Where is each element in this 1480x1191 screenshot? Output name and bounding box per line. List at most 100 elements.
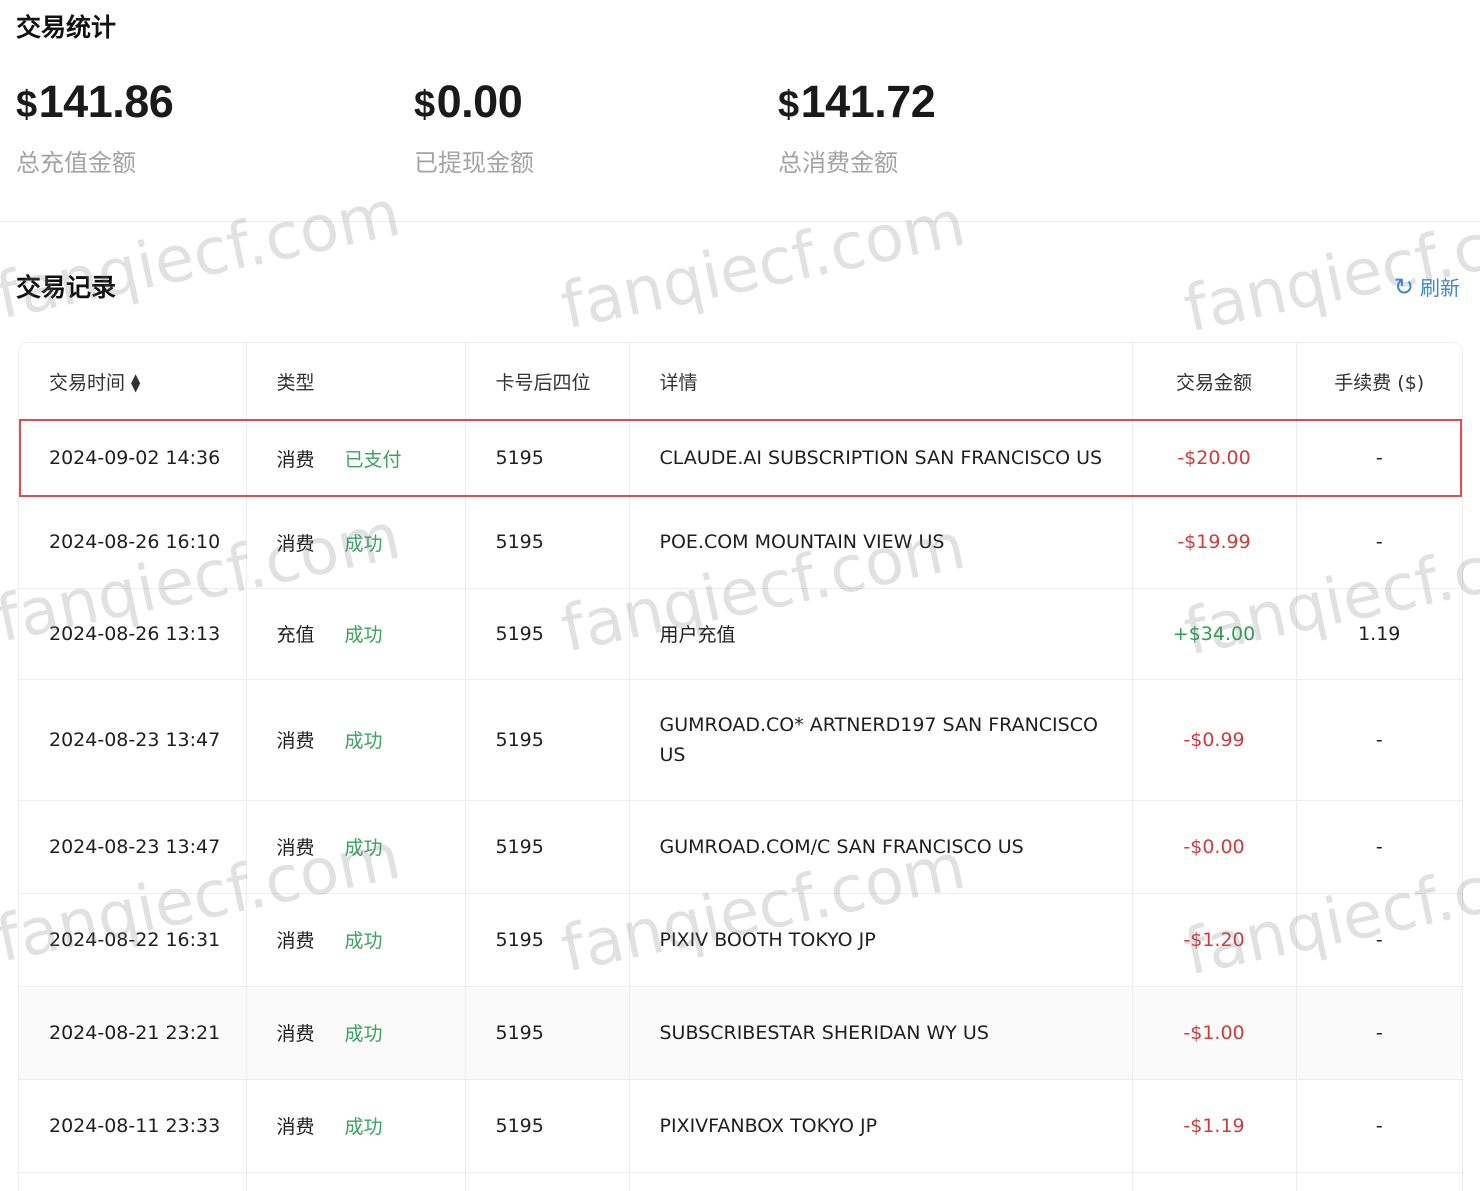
cell-card: 5195 [464, 679, 629, 800]
type-label: 消费 [276, 448, 315, 471]
cell-amount: -$19.99 [1131, 496, 1296, 588]
column-header-detail: 详情 [628, 343, 1132, 420]
cell-amount: -$1.20 [1131, 893, 1296, 986]
cell-card: 5195 [464, 1079, 629, 1172]
cell-amount: -$0.99 [1131, 679, 1296, 800]
cell-detail: SUBSCRIBESTAR SHERIDAN WY US [628, 986, 1132, 1079]
status-badge: 成功 [344, 624, 383, 646]
cell-detail: GUMROAD.CO* ARTNERD197 SAN FRANCISCO US [628, 679, 1132, 800]
stat-total-recharge: $141.86 总充值金额 [16, 76, 174, 178]
cell-card: 5195 [464, 588, 629, 679]
cell-fee: - [1295, 419, 1462, 497]
cell-fee: - [1295, 800, 1462, 893]
stats-title: 交易统计 [16, 13, 117, 42]
table-row[interactable]: 2024-08-26 13:13 充值 成功 5195 用户充值 +$34.00 … [19, 588, 1462, 679]
table-row[interactable]: 2024-08-21 23:21 消费 成功 5195 SUBSCRIBESTAR… [19, 986, 1462, 1079]
cell-detail: GUMROAD.COM/C SAN FRANCISCO US [628, 800, 1132, 893]
cell-detail: PIXIVFANBOX TOKYO JP [628, 1079, 1132, 1172]
type-label: 消费 [276, 837, 315, 859]
cell-time: 2024-08-23 13:47 [49, 835, 221, 858]
table-row-partial [19, 1172, 1462, 1191]
refresh-button[interactable]: ↻ 刷新 [1394, 272, 1460, 301]
cell-fee: 1.19 [1295, 588, 1462, 679]
cell-time: 2024-09-02 14:36 [19, 419, 246, 497]
table-row[interactable]: 2024-08-26 16:10 消费 成功 5195 POE.COM MOUNT… [19, 496, 1462, 588]
type-label: 充值 [276, 624, 315, 646]
stat-total-recharge-label: 总充值金额 [16, 149, 136, 177]
refresh-label: 刷新 [1420, 276, 1460, 300]
cell-type: 消费 成功 [245, 679, 465, 800]
cell-fee: - [1295, 1079, 1462, 1172]
cell-type: 消费 已支付 [245, 419, 465, 497]
cell-amount: -$0.00 [1131, 800, 1296, 893]
cell-type: 消费 成功 [245, 800, 465, 893]
cell-time: 2024-08-21 23:21 [49, 1021, 221, 1044]
cell-fee: - [1295, 893, 1462, 986]
cell-amount: -$1.00 [1131, 986, 1296, 1079]
status-badge: 成功 [344, 1116, 383, 1138]
column-header-card: 卡号后四位 [464, 343, 629, 420]
section-divider [0, 221, 1480, 222]
table-row[interactable]: 2024-08-22 16:31 消费 成功 5195 PIXIV BOOTH T… [19, 893, 1462, 986]
status-badge: 成功 [344, 1023, 383, 1045]
cell-type: 充值 成功 [245, 588, 465, 679]
cell-detail: PIXIV BOOTH TOKYO JP [628, 893, 1132, 986]
watermark: fanqiecf.com [0, 176, 407, 335]
stat-withdrawn-label: 已提现金额 [414, 149, 534, 177]
cell-time: 2024-08-11 23:33 [49, 1114, 221, 1137]
type-label: 消费 [276, 1116, 315, 1138]
cell-time: 2024-08-22 16:31 [49, 928, 221, 951]
type-label: 消费 [276, 532, 315, 555]
status-badge: 成功 [344, 930, 383, 952]
cell-fee: - [1295, 986, 1462, 1079]
table-row[interactable]: 2024-08-23 13:47 消费 成功 5195 GUMROAD.CO* A… [19, 679, 1462, 800]
sort-icon[interactable]: ▲ ▼ [131, 372, 140, 393]
cell-detail: 用户充值 [628, 588, 1132, 679]
cell-type: 消费 成功 [245, 893, 465, 986]
status-badge: 成功 [344, 730, 383, 752]
cell-card: 5195 [464, 986, 629, 1079]
type-label: 消费 [276, 730, 315, 752]
cell-detail: CLAUDE.AI SUBSCRIPTION SAN FRANCISCO US [628, 419, 1132, 497]
stat-withdrawn: $0.00 已提现金额 [414, 76, 534, 178]
cell-type: 消费 成功 [245, 986, 465, 1079]
status-badge: 成功 [344, 837, 383, 859]
stat-total-recharge-value: $141.86 [16, 76, 174, 127]
records-title: 交易记录 [16, 273, 117, 302]
table-row[interactable]: 2024-08-23 13:47 消费 成功 5195 GUMROAD.COM/C… [19, 800, 1462, 893]
column-header-fee: 手续费 ($) [1295, 343, 1462, 420]
column-header-amount: 交易金额 [1131, 343, 1296, 420]
watermark: fanqiecf.com [1178, 189, 1480, 348]
cell-card: 5195 [464, 496, 629, 588]
cell-card: 5195 [464, 893, 629, 986]
watermark: fanqiecf.com [555, 186, 972, 345]
cell-type: 消费 成功 [245, 496, 465, 588]
type-label: 消费 [276, 930, 315, 952]
type-label: 消费 [276, 1023, 315, 1045]
cell-card: 5195 [464, 800, 629, 893]
cell-type: 消费 成功 [245, 1079, 465, 1172]
table-row[interactable]: 2024-09-02 14:36 消费 已支付 5195 CLAUDE.AI SU… [19, 419, 1462, 497]
column-header-time[interactable]: 交易时间 ▲ ▼ [19, 343, 246, 420]
table-header-row: 交易时间 ▲ ▼ 类型 卡号后四位 详情 交易金额 手续费 ($) [19, 343, 1462, 420]
status-badge: 成功 [344, 532, 383, 555]
status-badge: 已支付 [344, 448, 402, 471]
cell-amount: +$34.00 [1131, 588, 1296, 679]
stat-total-spent: $141.72 总消费金额 [778, 76, 936, 178]
column-header-type: 类型 [245, 343, 465, 420]
table-row[interactable]: 2024-08-11 23:33 消费 成功 5195 PIXIVFANBOX T… [19, 1079, 1462, 1172]
stat-total-spent-label: 总消费金额 [778, 149, 898, 177]
cell-time: 2024-08-23 13:47 [49, 728, 221, 751]
cell-amount: -$1.19 [1131, 1079, 1296, 1172]
cell-fee: - [1295, 679, 1462, 800]
stat-total-spent-value: $141.72 [778, 76, 936, 127]
stat-withdrawn-value: $0.00 [414, 76, 523, 127]
cell-time: 2024-08-26 13:13 [49, 622, 221, 645]
transactions-table: 交易时间 ▲ ▼ 类型 卡号后四位 详情 交易金额 手续费 ($) 2024-09-… [18, 342, 1463, 1191]
cell-time: 2024-08-26 16:10 [49, 531, 221, 554]
refresh-icon: ↻ [1393, 272, 1414, 301]
cell-amount: -$20.00 [1131, 419, 1296, 497]
cell-detail: POE.COM MOUNTAIN VIEW US [628, 496, 1132, 588]
cell-card: 5195 [464, 419, 629, 497]
cell-fee: - [1295, 496, 1462, 588]
